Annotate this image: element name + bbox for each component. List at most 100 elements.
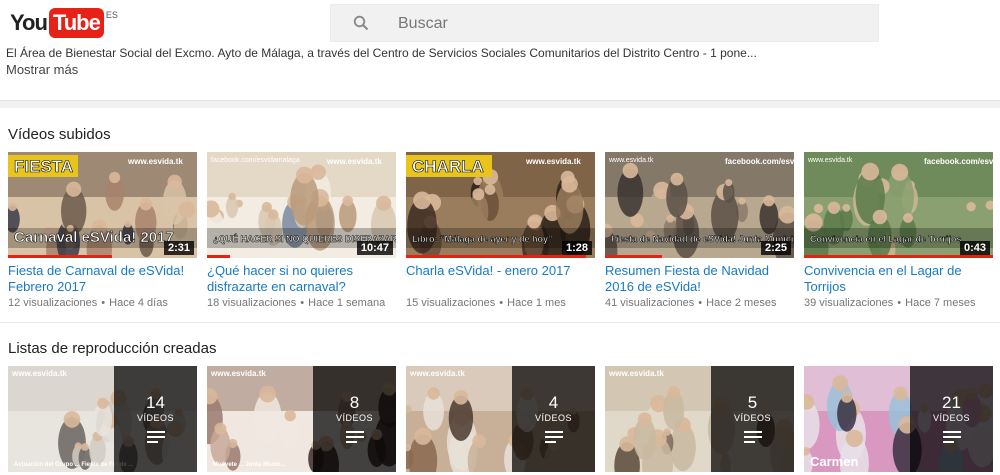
playlist-thumbnail[interactable]: www.esvida.tk Actuación del Grupo ... Fi… — [8, 366, 197, 472]
svg-text:Carnaval eSVida! 2017: Carnaval eSVida! 2017 — [14, 229, 174, 246]
playlist-video-count: 4 — [548, 393, 559, 412]
video-duration: 2:25 — [760, 241, 791, 255]
video-meta: 18 visualizaciones • Hace 1 semana — [207, 297, 396, 309]
watched-progress-bar — [605, 255, 662, 258]
playlist-count-overlay: 5 VÍDEOS — [711, 366, 794, 472]
video-title-link[interactable]: Charla eSVida! - enero 2017 — [406, 263, 595, 295]
video-views: 39 visualizaciones — [804, 297, 894, 309]
svg-text:www.esvida.tk: www.esvida.tk — [608, 369, 664, 378]
video-duration: 0:43 — [959, 241, 990, 255]
video-age: Hace 1 mes — [507, 297, 566, 309]
playlist-video-count: 8 — [349, 393, 360, 412]
playlist-count-overlay: 4 VÍDEOS — [512, 366, 595, 472]
youtube-logo[interactable]: You Tube ES — [10, 8, 118, 38]
logo-country-code: ES — [105, 10, 118, 20]
meta-separator: • — [897, 297, 902, 309]
logo-text-tube: Tube — [48, 8, 104, 38]
row-divider — [0, 322, 1000, 323]
svg-text:www.esvida.tk: www.esvida.tk — [409, 369, 465, 378]
svg-text:Convivencia en el Lagar de Tor: Convivencia en el Lagar de Torrijos — [810, 234, 961, 244]
video-title-link[interactable]: Convivencia en el Lagar de Torrijos — [804, 263, 993, 295]
playlist-thumbnail[interactable]: www.esvida.tk 5 VÍDEOS — [605, 366, 794, 472]
video-card[interactable]: www.esvida.tk facebook.com/esvidamalaga … — [605, 152, 794, 309]
svg-text:www.esvida.tk: www.esvida.tk — [807, 157, 853, 164]
logo-text-you: You — [10, 10, 48, 35]
video-duration: 1:28 — [561, 241, 592, 255]
svg-text:www.esvida.tk: www.esvida.tk — [11, 369, 67, 378]
video-meta: 12 visualizaciones • Hace 4 días — [8, 297, 197, 309]
video-card[interactable]: www.esvida.tk facebook.com/esvidamalaga … — [804, 152, 993, 309]
video-views: 41 visualizaciones — [605, 297, 695, 309]
svg-text:facebook.com/esvidamalaga: facebook.com/esvidamalaga — [924, 157, 993, 166]
svg-text:CHARLA: CHARLA — [412, 157, 484, 176]
video-title-link[interactable]: Fiesta de Carnaval de eSVida! Febrero 20… — [8, 263, 197, 295]
watched-progress-bar — [207, 255, 230, 258]
svg-text:facebook.com/esvidamalaga: facebook.com/esvidamalaga — [211, 157, 300, 164]
svg-text:Muévete ... Junta Munic...: Muévete ... Junta Munic... — [213, 462, 286, 468]
svg-text:www.esvida.tk: www.esvida.tk — [608, 157, 654, 164]
playlist-icon — [146, 431, 165, 445]
playlist-icon — [942, 431, 961, 445]
search-input[interactable]: Buscar — [330, 4, 879, 42]
video-meta: 39 visualizaciones • Hace 7 meses — [804, 297, 993, 309]
video-meta: 15 visualizaciones • Hace 1 mes — [406, 297, 595, 309]
playlist-count-overlay: 14 VÍDEOS — [114, 366, 197, 472]
playlist-video-count: 5 — [747, 393, 758, 412]
playlist-card[interactable]: www.esvida.tk Actuación del Grupo ... Fi… — [8, 366, 197, 472]
playlist-count-overlay: 21 VÍDEOS — [910, 366, 993, 472]
playlist-video-count: 21 — [942, 393, 961, 412]
uploads-section-title[interactable]: Vídeos subidos — [8, 126, 111, 143]
video-thumbnail[interactable]: www.esvida.tk facebook.com/esvidamalaga … — [804, 152, 993, 258]
playlist-videos-label: VÍDEOS — [136, 413, 174, 423]
channel-description: El Área de Bienestar Social del Excmo. A… — [6, 46, 757, 60]
watched-progress-bar — [8, 255, 112, 258]
video-age: Hace 7 meses — [905, 297, 976, 309]
video-views: 15 visualizaciones — [406, 297, 496, 309]
video-thumbnail[interactable]: www.esvida.tk facebook.com/esvidamalaga … — [605, 152, 794, 258]
video-card[interactable]: facebook.com/esvidamalaga www.esvida.tk … — [207, 152, 396, 309]
playlists-section-title[interactable]: Listas de reproducción creadas — [8, 340, 216, 357]
playlist-icon — [743, 431, 762, 445]
playlist-videos-label: VÍDEOS — [733, 413, 771, 423]
playlist-thumbnail[interactable]: www.esvida.tk Muévete ... Junta Munic...… — [207, 366, 396, 472]
video-thumbnail[interactable]: FIESTA www.esvida.tk Carnaval eSVida! 20… — [8, 152, 197, 258]
playlist-thumbnail[interactable]: www.esvida.tk 4 VÍDEOS — [406, 366, 595, 472]
section-divider — [0, 100, 1000, 108]
playlist-videos-label: VÍDEOS — [932, 413, 970, 423]
search-icon[interactable] — [353, 15, 369, 31]
playlists-row: www.esvida.tk Actuación del Grupo ... Fi… — [8, 366, 1000, 472]
video-title-link[interactable]: ¿Qué hacer si no quieres disfrazarte en … — [207, 263, 396, 295]
meta-separator: • — [300, 297, 305, 309]
video-thumbnail[interactable]: CHARLA www.esvida.tk Libro: “Málaga de a… — [406, 152, 595, 258]
video-thumbnail[interactable]: facebook.com/esvidamalaga www.esvida.tk … — [207, 152, 396, 258]
video-title-link[interactable]: Resumen Fiesta de Navidad 2016 de eSVida… — [605, 263, 794, 295]
show-more-link[interactable]: Mostrar más — [6, 62, 78, 77]
video-age: Hace 1 semana — [308, 297, 386, 309]
meta-separator: • — [101, 297, 106, 309]
video-card[interactable]: CHARLA www.esvida.tk Libro: “Málaga de a… — [406, 152, 595, 309]
svg-text:www.esvida.tk: www.esvida.tk — [525, 157, 581, 166]
video-duration: 2:31 — [163, 241, 194, 255]
svg-text:Carmen: Carmen — [810, 454, 858, 469]
video-age: Hace 4 días — [109, 297, 168, 309]
playlist-card[interactable]: www.esvida.tk 4 VÍDEOS — [406, 366, 595, 472]
video-views: 12 visualizaciones — [8, 297, 98, 309]
video-views: 18 visualizaciones — [207, 297, 297, 309]
playlist-card[interactable]: www.esvida.tk 5 VÍDEOS — [605, 366, 794, 472]
playlist-count-overlay: 8 VÍDEOS — [313, 366, 396, 472]
svg-text:www.esvida.tk: www.esvida.tk — [210, 369, 266, 378]
search-placeholder: Buscar — [398, 15, 448, 32]
video-card[interactable]: FIESTA www.esvida.tk Carnaval eSVida! 20… — [8, 152, 197, 309]
watched-progress-bar — [406, 255, 586, 258]
playlist-thumbnail[interactable]: Carmen 21 VÍDEOS — [804, 366, 993, 472]
playlist-card[interactable]: Carmen 21 VÍDEOS — [804, 366, 993, 472]
playlist-videos-label: VÍDEOS — [335, 413, 373, 423]
playlist-icon — [544, 431, 563, 445]
svg-text:www.esvida.tk: www.esvida.tk — [127, 157, 183, 166]
video-age: Hace 2 meses — [706, 297, 777, 309]
svg-text:Libro: “Málaga de ayer y de ho: Libro: “Málaga de ayer y de hoy” — [412, 234, 553, 244]
playlist-card[interactable]: www.esvida.tk Muévete ... Junta Munic...… — [207, 366, 396, 472]
playlist-icon — [345, 431, 364, 445]
playlist-video-count: 14 — [146, 393, 165, 412]
meta-separator: • — [698, 297, 703, 309]
